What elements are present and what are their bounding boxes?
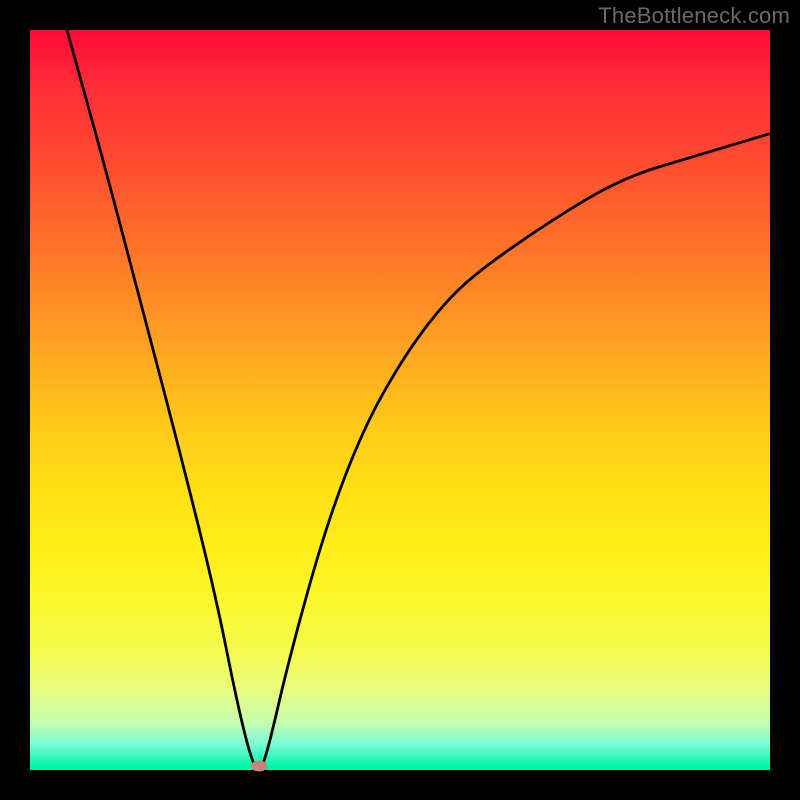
optimal-marker <box>251 761 267 772</box>
watermark-text: TheBottleneck.com <box>598 3 790 29</box>
chart-background-gradient <box>30 30 770 770</box>
chart-frame: TheBottleneck.com <box>0 0 800 800</box>
